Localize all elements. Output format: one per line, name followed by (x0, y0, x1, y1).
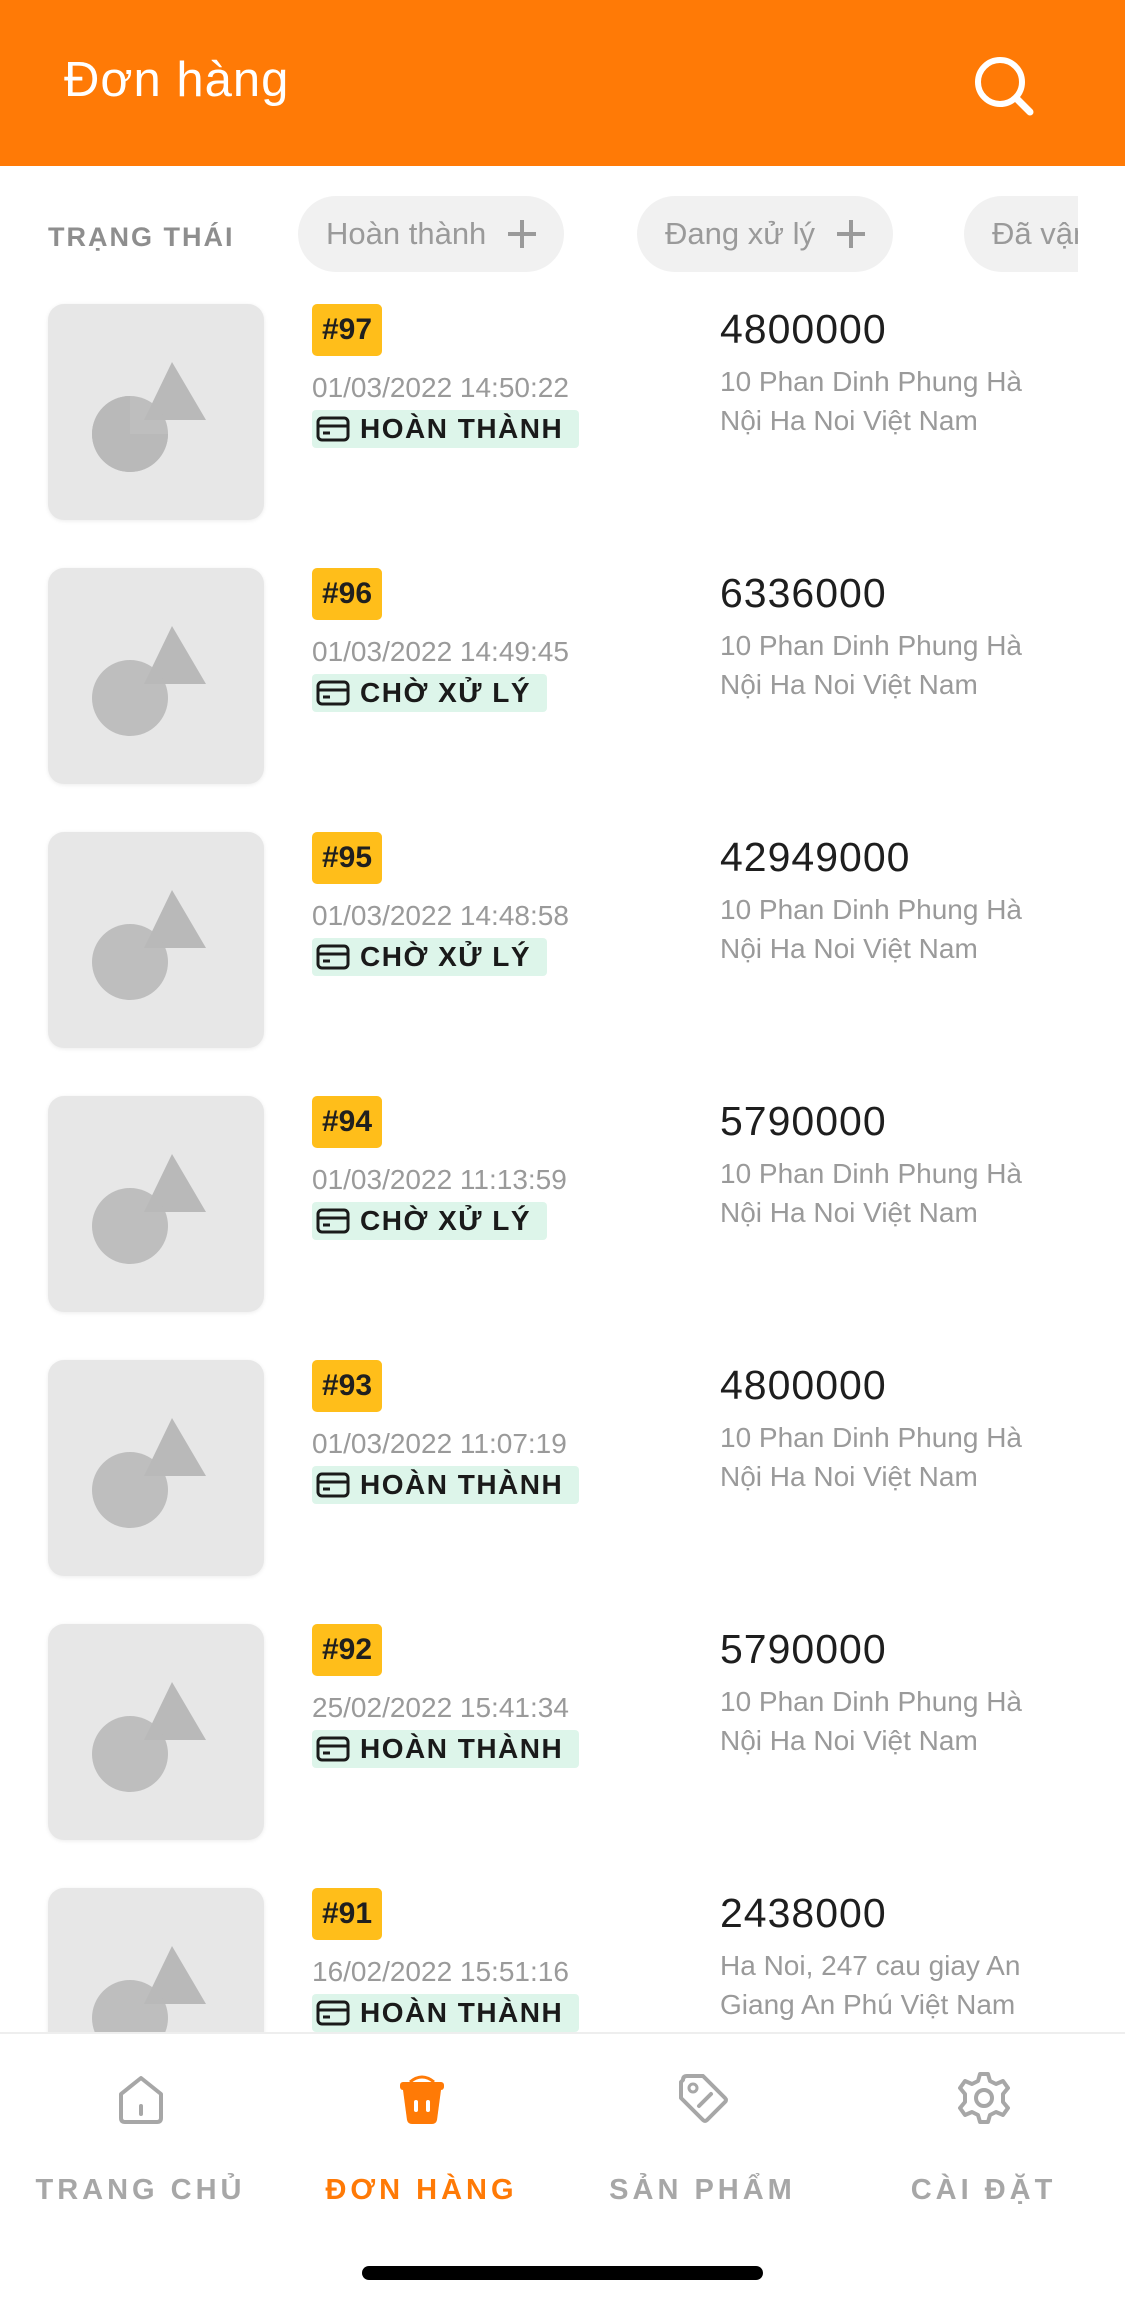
filter-chip-completed[interactable]: Hoàn thành (298, 196, 565, 272)
order-row[interactable]: #92 25/02/2022 15:41:34 HOÀN THÀNH 57900… (0, 1622, 1125, 1886)
order-status-label: CHỜ XỬ LÝ (360, 941, 532, 972)
order-id-badge: #93 (312, 1360, 383, 1412)
order-id-badge: #97 (312, 304, 383, 356)
tab-label: CÀI ĐẶT (910, 2174, 1057, 2206)
order-address: 10 Phan Dinh Phung Hà Nội Ha Noi Việt Na… (720, 366, 1022, 436)
filter-chip-label: Đang xử lý (665, 216, 815, 251)
order-date: 16/02/2022 15:51:16 (312, 1956, 569, 1987)
plus-icon (836, 220, 865, 248)
order-date: 01/03/2022 14:50:22 (312, 372, 569, 403)
order-row[interactable]: #93 01/03/2022 11:07:19 HOÀN THÀNH 48000… (0, 1358, 1125, 1622)
status-filter-bar: TRẠNG THÁI Hoàn thành Đang xử lý Đã vận … (0, 166, 1125, 300)
search-icon[interactable] (972, 54, 1036, 118)
tab-products[interactable]: SẢN PHẨM (562, 2070, 843, 2206)
product-placeholder-image (48, 1888, 264, 2032)
order-status-label: CHỜ XỬ LÝ (360, 1205, 532, 1236)
order-status-badge: HOÀN THÀNH (312, 1730, 580, 1768)
filter-chip-label: Đã vận chuyển (992, 216, 1078, 251)
order-address: 10 Phan Dinh Phung Hà Nội Ha Noi Việt Na… (720, 1158, 1022, 1228)
order-date: 25/02/2022 15:41:34 (312, 1692, 569, 1723)
filter-chip-processing[interactable]: Đang xử lý (637, 196, 893, 272)
tag-icon (678, 2074, 728, 2123)
order-status-label: HOÀN THÀNH (360, 413, 564, 444)
order-address: 10 Phan Dinh Phung Hà Nội Ha Noi Việt Na… (720, 630, 1022, 700)
order-address: 10 Phan Dinh Phung Hà Nội Ha Noi Việt Na… (720, 894, 1022, 964)
order-id-badge: #94 (312, 1096, 383, 1148)
order-amount: 5790000 (720, 1098, 887, 1144)
order-amount: 42949000 (720, 834, 911, 880)
filter-chip-label: Hoàn thành (326, 216, 487, 251)
order-row[interactable]: #91 16/02/2022 15:51:16 HOÀN THÀNH 24380… (0, 1886, 1125, 2032)
order-amount: 4800000 (720, 306, 887, 352)
order-status-badge: HOÀN THÀNH (312, 410, 580, 448)
product-placeholder-image (48, 1360, 264, 1576)
order-date: 01/03/2022 14:48:58 (312, 900, 569, 931)
order-row[interactable]: #96 01/03/2022 14:49:45 CHỜ XỬ LÝ 633600… (0, 566, 1125, 830)
order-status-label: HOÀN THÀNH (360, 1469, 564, 1500)
order-status-badge: HOÀN THÀNH (312, 1994, 580, 2032)
order-status-badge: CHỜ XỬ LÝ (312, 938, 548, 976)
order-row[interactable]: #95 01/03/2022 14:48:58 CHỜ XỬ LÝ 429490… (0, 830, 1125, 1094)
card-icon (316, 1208, 350, 1234)
order-address: Ha Noi, 247 cau giay An Giang An Phú Việ… (720, 1950, 1021, 2020)
order-list[interactable]: #97 01/03/2022 14:50:22 HOÀN THÀNH 48000… (0, 300, 1125, 2032)
order-amount: 4800000 (720, 1362, 887, 1408)
basket-icon (399, 2075, 444, 2124)
product-placeholder-image (48, 568, 264, 784)
order-date: 01/03/2022 11:13:59 (312, 1164, 567, 1195)
tab-label: ĐƠN HÀNG (325, 2174, 518, 2206)
order-address: 10 Phan Dinh Phung Hà Nội Ha Noi Việt Na… (720, 1686, 1022, 1756)
order-date: 01/03/2022 11:07:19 (312, 1428, 567, 1459)
card-icon (316, 1472, 350, 1498)
card-icon (316, 416, 350, 442)
filter-chip-scroller[interactable]: Hoàn thành Đang xử lý Đã vận chuyển (298, 196, 1078, 274)
bottom-tab-bar: TRANG CHỦ ĐƠN HÀNG SẢN PHẨM CÀI ĐẶT (0, 2032, 1125, 2305)
product-placeholder-image (48, 1624, 264, 1840)
home-icon (118, 2076, 163, 2124)
tab-label: TRANG CHỦ (35, 2174, 246, 2206)
order-id-badge: #92 (312, 1624, 383, 1676)
card-icon (316, 944, 350, 970)
order-id-badge: #91 (312, 1888, 383, 1940)
card-icon (316, 1736, 350, 1762)
order-address: 10 Phan Dinh Phung Hà Nội Ha Noi Việt Na… (720, 1422, 1022, 1492)
order-amount: 5790000 (720, 1626, 887, 1672)
home-indicator[interactable] (362, 2266, 763, 2280)
order-status-label: HOÀN THÀNH (360, 1733, 564, 1764)
order-id-badge: #95 (312, 832, 383, 884)
page-title: Đơn hàng (64, 53, 290, 107)
order-id-badge: #96 (312, 568, 383, 620)
tab-label: SẢN PHẨM (609, 2174, 796, 2206)
app-header: Đơn hàng (0, 0, 1125, 166)
tab-orders[interactable]: ĐƠN HÀNG (281, 2070, 562, 2206)
plus-icon (508, 220, 537, 248)
order-status-label: CHỜ XỬ LÝ (360, 677, 532, 708)
order-date: 01/03/2022 14:49:45 (312, 636, 569, 667)
order-row[interactable]: #94 01/03/2022 11:13:59 CHỜ XỬ LÝ 579000… (0, 1094, 1125, 1358)
product-placeholder-image (48, 1096, 264, 1312)
card-icon (316, 680, 350, 706)
tab-settings[interactable]: CÀI ĐẶT (843, 2070, 1124, 2206)
status-filter-label: TRẠNG THÁI (48, 222, 235, 252)
order-row[interactable]: #97 01/03/2022 14:50:22 HOÀN THÀNH 48000… (0, 302, 1125, 566)
order-status-label: HOÀN THÀNH (360, 1997, 564, 2028)
settings-icon (957, 2072, 1010, 2124)
product-placeholder-image (48, 304, 264, 520)
order-amount: 6336000 (720, 570, 887, 616)
order-status-badge: HOÀN THÀNH (312, 1466, 580, 1504)
card-icon (316, 2000, 350, 2026)
order-status-badge: CHỜ XỬ LÝ (312, 674, 548, 712)
order-status-badge: CHỜ XỬ LÝ (312, 1202, 548, 1240)
order-amount: 2438000 (720, 1890, 887, 1936)
product-placeholder-image (48, 832, 264, 1048)
tab-home[interactable]: TRANG CHỦ (0, 2070, 281, 2206)
filter-chip-shipped[interactable]: Đã vận chuyển (964, 196, 1078, 272)
